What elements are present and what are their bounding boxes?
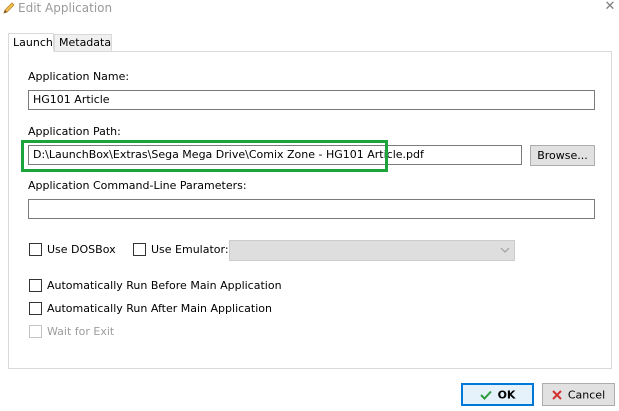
wait-for-exit-checkbox[interactable] [29, 325, 42, 338]
use-dosbox-label: Use DOSBox [47, 243, 116, 256]
tab-launch[interactable]: Launch [8, 33, 54, 52]
ok-label: OK [497, 388, 516, 402]
application-path-input[interactable]: D:\LaunchBox\Extras\Sega Mega Drive\Comi… [28, 145, 522, 165]
application-path-label: Application Path: [28, 125, 121, 138]
command-line-parameters-label: Application Command-Line Parameters: [28, 179, 247, 192]
ok-button[interactable]: OK [461, 383, 534, 406]
checkmark-icon [479, 390, 492, 400]
window-title: Edit Application [18, 1, 113, 15]
run-before-label: Automatically Run Before Main Applicatio… [47, 279, 282, 292]
title-bar: Edit Application ✕ [0, 0, 619, 20]
tab-metadata[interactable]: Metadata [54, 34, 112, 52]
cancel-button[interactable]: Cancel [542, 383, 615, 406]
chevron-down-icon [500, 247, 510, 253]
wait-for-exit-label: Wait for Exit [47, 325, 115, 338]
command-line-parameters-input[interactable] [28, 199, 595, 219]
browse-button[interactable]: Browse... [530, 145, 595, 166]
application-name-input[interactable]: HG101 Article [28, 90, 595, 110]
use-dosbox-checkbox[interactable] [29, 243, 42, 256]
run-after-checkbox[interactable] [29, 302, 42, 315]
close-button[interactable]: ✕ [601, 0, 619, 16]
tab-strip: Launch Metadata [0, 33, 619, 52]
pencil-icon [3, 2, 15, 14]
run-after-label: Automatically Run After Main Application [47, 302, 272, 315]
cancel-label: Cancel [567, 388, 606, 402]
application-name-label: Application Name: [28, 70, 130, 83]
use-emulator-checkbox[interactable] [133, 243, 146, 256]
emulator-select[interactable] [229, 240, 515, 261]
x-icon [552, 390, 562, 400]
run-before-checkbox[interactable] [29, 279, 42, 292]
use-emulator-label: Use Emulator: [151, 243, 229, 256]
